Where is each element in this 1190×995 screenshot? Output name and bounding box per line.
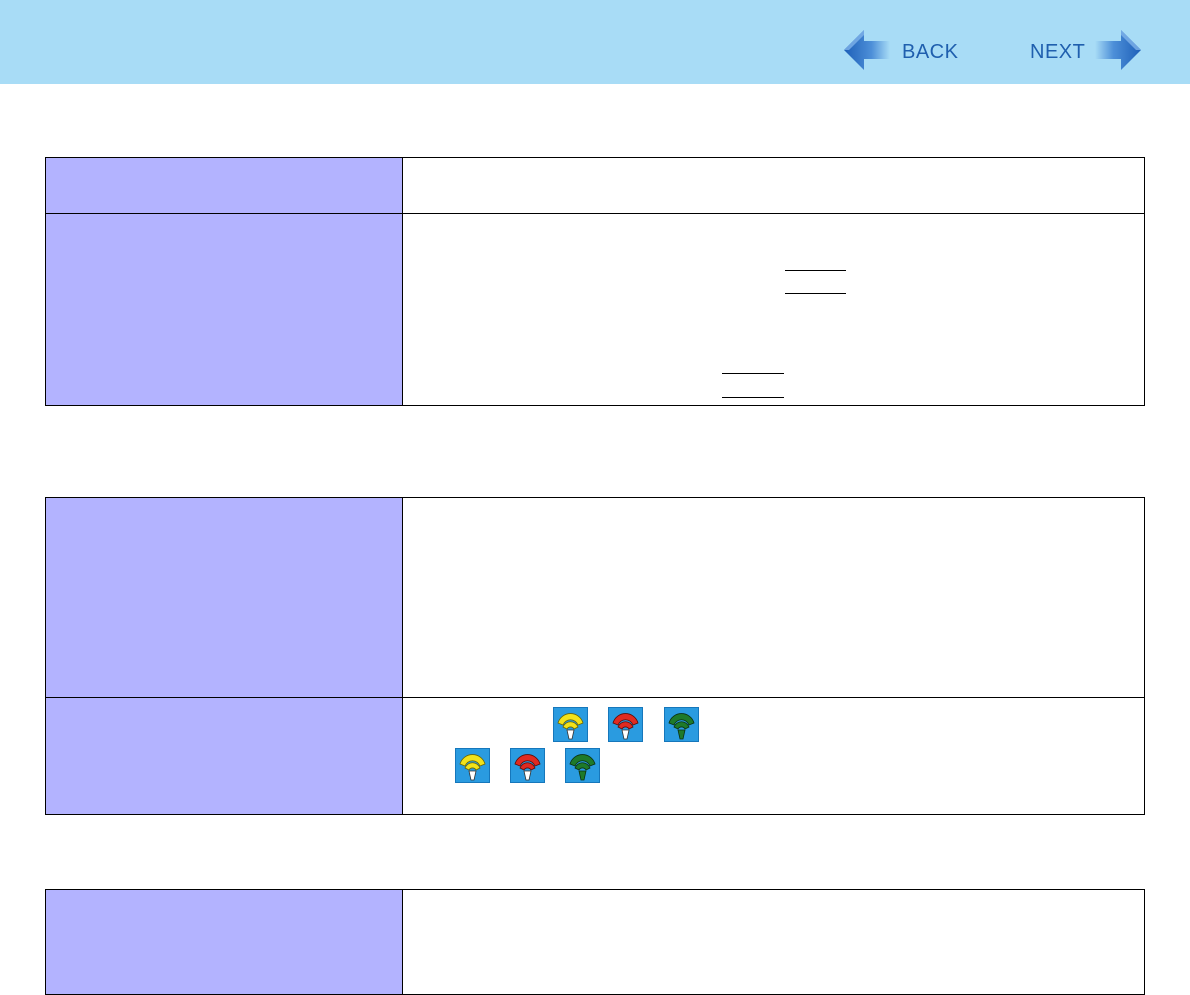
row-label-cell xyxy=(45,497,403,698)
table-row xyxy=(45,697,1145,815)
back-arrow-icon xyxy=(842,28,892,77)
underline-mark xyxy=(722,397,784,398)
next-button[interactable]: NEXT xyxy=(1030,28,1143,77)
row-value-cell xyxy=(402,157,1145,214)
wireless-red-icon xyxy=(608,707,643,742)
row-value-cell xyxy=(402,697,1145,815)
next-arrow-icon xyxy=(1093,28,1143,77)
underline-mark xyxy=(785,293,846,294)
table-row xyxy=(45,213,1145,406)
underline-mark xyxy=(722,373,784,374)
underline-mark xyxy=(785,270,846,271)
row-label-cell xyxy=(45,213,403,406)
wireless-red-icon xyxy=(510,748,545,783)
back-button[interactable]: BACK xyxy=(842,28,959,77)
wireless-green-icon xyxy=(664,707,699,742)
row-value-cell xyxy=(402,497,1145,698)
table-2 xyxy=(45,497,1145,815)
back-label: BACK xyxy=(902,40,959,63)
wireless-yellow-icon xyxy=(553,707,588,742)
table-1 xyxy=(45,157,1145,406)
row-value-cell xyxy=(402,889,1145,995)
table-row xyxy=(45,497,1145,698)
row-value-cell xyxy=(402,213,1145,406)
header-bar: BACK NEXT xyxy=(0,0,1190,84)
table-row xyxy=(45,157,1145,214)
row-label-cell xyxy=(45,157,403,214)
next-label: NEXT xyxy=(1030,40,1086,63)
wireless-green-icon xyxy=(565,748,600,783)
row-label-cell xyxy=(45,697,403,815)
wireless-yellow-icon xyxy=(455,748,490,783)
table-row xyxy=(45,889,1145,995)
row-label-cell xyxy=(45,889,403,995)
table-3 xyxy=(45,889,1145,995)
